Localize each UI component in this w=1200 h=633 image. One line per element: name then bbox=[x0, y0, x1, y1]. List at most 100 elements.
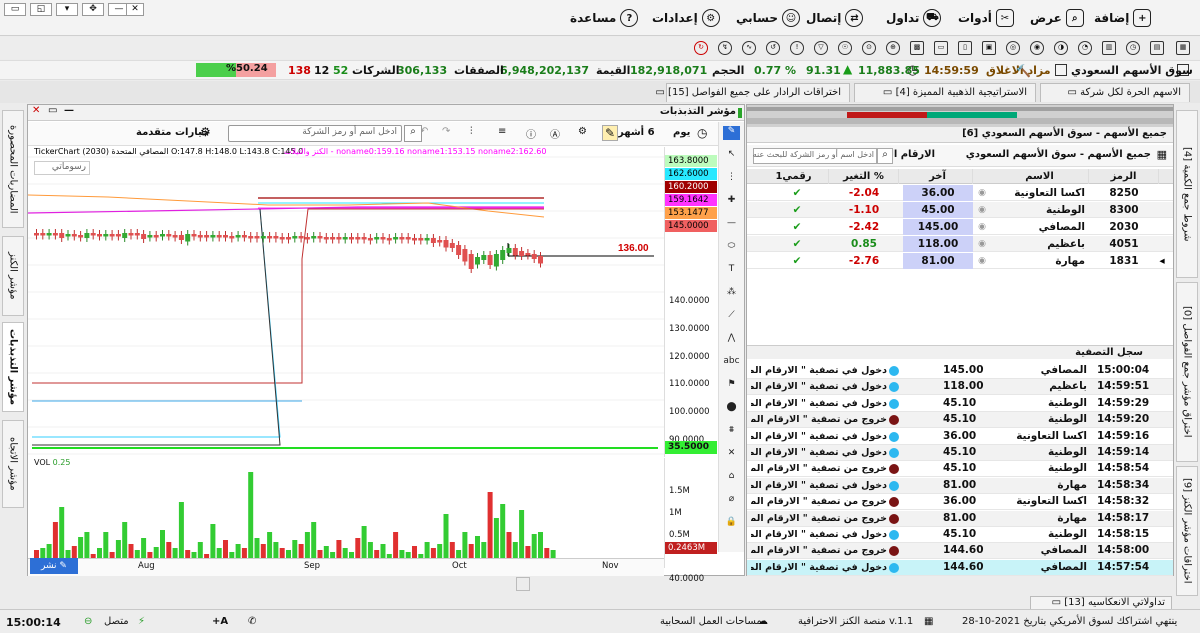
minimize-panel-icon[interactable]: — bbox=[64, 105, 74, 116]
flag-icon[interactable]: ⚑ bbox=[723, 379, 740, 393]
market-name[interactable]: سوق الأسهم السعودي bbox=[1071, 64, 1193, 77]
gauge-icon[interactable]: ◑ bbox=[1054, 41, 1068, 55]
hline-icon[interactable]: — bbox=[723, 218, 740, 232]
folder-icon[interactable]: ▭ bbox=[934, 41, 948, 55]
stats-icon[interactable]: ∿ bbox=[742, 41, 756, 55]
compare-icon[interactable]: Ⓐ bbox=[550, 126, 560, 141]
time-axis[interactable]: Aug Sep Oct Nov bbox=[28, 558, 664, 576]
window-menu-button[interactable]: ▾ bbox=[56, 3, 78, 16]
crosshair-icon[interactable]: ⊕ bbox=[886, 41, 900, 55]
volume-axis[interactable]: 1.5M 1M 0.5M 0.2463M bbox=[664, 458, 718, 568]
grid-icon[interactable]: ▦ bbox=[924, 616, 933, 627]
log-row[interactable]: 14:58:15 الوطنية 45.10 دخول في تصفية " الار… bbox=[747, 527, 1173, 543]
cloud-workspaces[interactable]: مساحات العمل السحابية bbox=[660, 616, 762, 627]
pencil-icon[interactable]: ✎ bbox=[723, 126, 740, 140]
column-header-change[interactable]: التغير % bbox=[829, 169, 899, 184]
window-move-button[interactable]: ✥ bbox=[82, 3, 104, 16]
vtab-accumulation[interactable]: [4] شروط جمع الكمية bbox=[1176, 110, 1198, 278]
search-icon[interactable]: ⌕ bbox=[404, 125, 422, 142]
table-row[interactable]: 8300 الوطنية 45.00 -1.10 ✔ ◉ bbox=[747, 202, 1173, 218]
phone-icon[interactable]: ✆ bbox=[248, 616, 256, 627]
menu-trade[interactable]: ⛟ تداول bbox=[886, 8, 942, 28]
vtab-trend[interactable]: مؤشر الاتجاه bbox=[2, 420, 24, 508]
ellipse-icon[interactable]: ⬭ bbox=[723, 241, 740, 255]
fib-icon[interactable]: ⁂ bbox=[723, 287, 740, 301]
log-row[interactable]: 14:58:17 مهارة 81.00 خروج من تصفية " الارقا… bbox=[747, 510, 1173, 527]
search-icon[interactable]: ⌕ bbox=[877, 148, 893, 164]
cursor-icon[interactable]: ↖ bbox=[723, 149, 740, 163]
log-row[interactable]: 15:00:04 المصافي 145.00 دخول في تصفية " الا… bbox=[747, 363, 1173, 379]
share-button[interactable]: نشر ✎ bbox=[30, 558, 78, 574]
hide-icon[interactable]: ⌀ bbox=[723, 494, 740, 508]
volume-chart[interactable] bbox=[28, 458, 664, 568]
user-search-icon[interactable]: ☉ bbox=[838, 41, 852, 55]
window-maximize-button[interactable]: ◱ bbox=[30, 3, 52, 16]
log-row[interactable]: 14:58:34 مهارة 81.00 دخول في تصفية " الارقا… bbox=[747, 477, 1173, 494]
log-row[interactable]: 14:59:29 الوطنية 45.10 دخول في تصفية " الار… bbox=[747, 395, 1173, 412]
log-row[interactable]: 14:58:32 اكسا التعاونية 36.00 خروج من تصفية… bbox=[747, 494, 1173, 511]
redo-icon[interactable]: ↷ bbox=[442, 126, 450, 137]
menu-help[interactable]: ? مساعدة bbox=[570, 8, 639, 28]
column-header-name[interactable]: الاسم bbox=[991, 169, 1089, 184]
zigzag-icon[interactable]: ⋀ bbox=[723, 333, 740, 347]
eye-icon[interactable]: ◉ bbox=[1030, 41, 1044, 55]
column-header-num[interactable]: رقمي1 bbox=[759, 169, 829, 184]
cross-icon[interactable]: ✕ bbox=[723, 448, 740, 462]
log-row[interactable]: 14:58:54 الوطنية 45.10 خروج من تصفية " الار… bbox=[747, 461, 1173, 478]
book-icon[interactable]: ▯ bbox=[958, 41, 972, 55]
log-row[interactable]: 14:59:51 باعظيم 118.00 دخول في تصفية " الار… bbox=[747, 379, 1173, 396]
abc-icon[interactable]: abc bbox=[723, 356, 740, 370]
window-restore-button[interactable]: ▭ bbox=[4, 3, 26, 16]
calendar-icon[interactable]: ▦ bbox=[1176, 41, 1190, 55]
scrollbar-handle[interactable] bbox=[516, 577, 530, 591]
target-icon[interactable]: ⊙ bbox=[862, 41, 876, 55]
drawings-toggle[interactable]: رسوماتي bbox=[34, 161, 90, 175]
tab-free-shares[interactable]: الاسهم الحرة لكل شركة ▭ bbox=[1040, 83, 1190, 102]
menu-account[interactable]: ☺ حسابي bbox=[736, 8, 801, 28]
clock-icon[interactable]: ◷ bbox=[1126, 41, 1140, 55]
advanced-options-button[interactable]: خيارات متقدمة bbox=[136, 127, 209, 138]
indicator-icon[interactable]: ⓘ bbox=[526, 126, 536, 141]
vtab-gap-breakout[interactable]: اختراق مؤشر جمع الفواصل [0] bbox=[1176, 282, 1198, 462]
candles-icon[interactable]: ⫶ bbox=[470, 126, 473, 137]
market-filter[interactable]: جميع الأسهم - سوق الأسهم السعودي bbox=[966, 149, 1151, 160]
menu-view[interactable]: ⌕ عرض bbox=[1030, 8, 1084, 28]
window-close-button[interactable]: ✕ bbox=[126, 3, 144, 16]
signal-icon[interactable]: ↯ bbox=[718, 41, 732, 55]
table-row[interactable]: 8250 اكسا التعاونية 36.00 -2.04 ✔ ◉ bbox=[747, 185, 1173, 201]
settings-icon[interactable]: ⚙ bbox=[578, 126, 587, 137]
menu-tools[interactable]: ✂ أدوات bbox=[958, 8, 1014, 28]
scanner-icon[interactable]: ▩ bbox=[910, 41, 924, 55]
table-row[interactable]: 2030 المصافي 145.00 -2.42 ✔ ◉ bbox=[747, 219, 1173, 235]
crosshair-icon[interactable]: ✚ bbox=[723, 195, 740, 209]
log-row[interactable]: 14:59:20 الوطنية 45.10 خروج من تصفية " الار… bbox=[747, 412, 1173, 429]
close-panel-icon[interactable]: ✕ bbox=[32, 105, 40, 116]
tab-radar-breakouts[interactable]: اختراقات الرادار على جميع الفواصل [15] ▭ bbox=[655, 83, 850, 102]
log-row[interactable]: 14:59:14 الوطنية 45.10 دخول في تصفية " الار… bbox=[747, 445, 1173, 461]
bulb-icon[interactable]: ◔ bbox=[1078, 41, 1092, 55]
menu-settings[interactable]: ⚙ إعدادات bbox=[652, 8, 720, 28]
table-row[interactable]: 1831 مهارة 81.00 -2.76 ✔ ◉ ◂ bbox=[747, 253, 1173, 269]
refresh-icon[interactable]: ↻ bbox=[694, 41, 708, 55]
chart-rule-icon[interactable]: ⩩ bbox=[723, 425, 740, 439]
grid-icon[interactable]: ▤ bbox=[1150, 41, 1164, 55]
watchlist-search[interactable]: ادخل اسم أو رمز الشركة للبحث عنه bbox=[753, 148, 877, 164]
menu-connect[interactable]: ⇄ إتصال bbox=[806, 8, 864, 28]
text-cursor-icon[interactable]: T bbox=[723, 264, 740, 278]
period-range-button[interactable]: 6 أشهر bbox=[618, 127, 655, 138]
column-header-symbol[interactable]: الرمز bbox=[1089, 169, 1159, 184]
log-row[interactable]: 14:57:54 المصافي 144.60 دخول في تصفية " الا… bbox=[747, 559, 1173, 576]
restore-panel-icon[interactable]: ▭ bbox=[48, 105, 57, 116]
calendar-icon[interactable] bbox=[1055, 64, 1067, 76]
vtab-narrow-trading[interactable]: المضاربات المحصورة bbox=[2, 110, 24, 228]
period-day-button[interactable]: يوم bbox=[673, 127, 690, 138]
column-header-last[interactable]: آخر bbox=[903, 169, 973, 184]
briefcase-icon[interactable]: ▣ bbox=[982, 41, 996, 55]
history-icon[interactable]: ↺ bbox=[766, 41, 780, 55]
menu-add[interactable]: + إضافة bbox=[1094, 8, 1152, 28]
marker-icon[interactable]: ⌂ bbox=[723, 471, 740, 485]
log-row[interactable]: 14:58:00 المصافي 144.60 خروج من تصفية " الا… bbox=[747, 543, 1173, 560]
trendline-icon[interactable]: ⟋ bbox=[723, 310, 740, 324]
lock-icon[interactable]: 🔒 bbox=[723, 517, 740, 531]
price-chart[interactable]: 136.00 bbox=[28, 147, 664, 457]
